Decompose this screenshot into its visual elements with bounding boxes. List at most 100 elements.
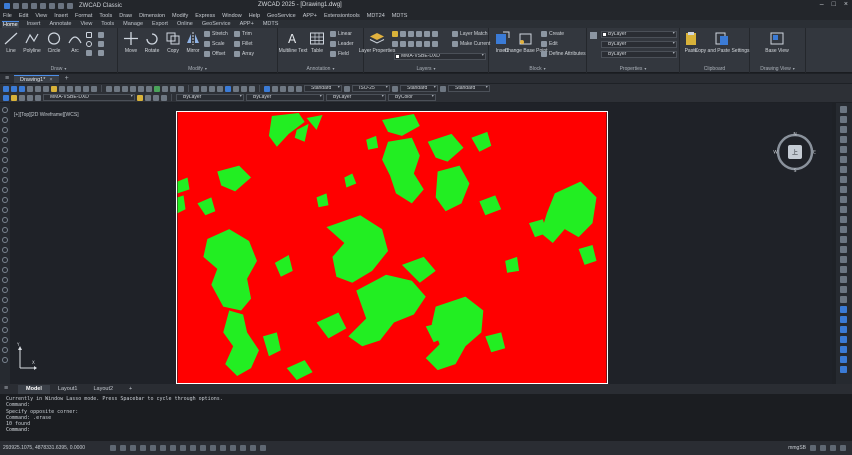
linear-dimension-button[interactable]: Linear	[330, 31, 352, 37]
ribbon-tab-annotate[interactable]: Annotate	[48, 21, 72, 27]
toolbar-combo[interactable]: Standard	[448, 85, 490, 92]
app-logo-icon[interactable]	[4, 2, 10, 9]
menu-item-draw[interactable]: Draw	[119, 13, 132, 19]
line-button[interactable]: Line	[0, 31, 22, 54]
modify-tool-icon[interactable]	[840, 246, 847, 253]
field-button[interactable]: Field	[330, 51, 349, 57]
define-attributes-button[interactable]: Define Attributes	[541, 51, 586, 57]
new-tab-button[interactable]: +	[65, 75, 69, 82]
circle-button[interactable]: Circle	[43, 31, 65, 54]
modify-tool-icon[interactable]	[840, 256, 847, 263]
new-file-icon[interactable]	[13, 2, 19, 9]
toolbar-tool-icon[interactable]	[225, 85, 231, 92]
menu-item-file[interactable]: File	[3, 13, 12, 19]
toolbar-tool-icon[interactable]	[114, 85, 120, 92]
redo-icon[interactable]	[67, 2, 73, 9]
toolbar-tool-icon[interactable]	[392, 85, 398, 92]
status-toggle-icon[interactable]	[130, 445, 136, 451]
toolbar-tool-icon[interactable]	[35, 94, 41, 101]
ellipse-tool[interactable]	[86, 41, 92, 47]
menu-item-app-[interactable]: APP+	[303, 13, 317, 19]
status-toggle-icon[interactable]	[210, 445, 216, 451]
ribbon-tab-mdts[interactable]: MDTS	[262, 21, 280, 27]
menu-item-window[interactable]: Window	[222, 13, 242, 19]
toolbar-tool-icon[interactable]	[296, 85, 302, 92]
move-button[interactable]: Move	[120, 31, 142, 54]
toolbar-tool-icon[interactable]	[83, 85, 89, 92]
point-tool[interactable]	[86, 50, 92, 56]
toolbar-combo[interactable]: ByLayer	[176, 94, 244, 101]
close-tab-icon[interactable]: ×	[49, 77, 52, 83]
ribbon-tab-home[interactable]: Home	[2, 20, 19, 28]
toolbar-tool-icon[interactable]	[249, 85, 255, 92]
toolbar-tool-icon[interactable]	[106, 85, 112, 92]
menu-item-extensiontools[interactable]: Extensiontools	[324, 13, 360, 19]
status-toggle-icon[interactable]	[190, 445, 196, 451]
layer-freeze-icon[interactable]	[400, 31, 406, 37]
draw-tool-icon[interactable]	[2, 327, 8, 333]
layout-tab-model[interactable]: Model	[18, 384, 50, 394]
fullscreen-icon[interactable]	[830, 445, 836, 451]
draw-tool-icon[interactable]	[2, 167, 8, 173]
compass-south[interactable]: S	[794, 168, 797, 174]
ribbon-tab-view[interactable]: View	[79, 21, 93, 27]
toolbar-tool-icon[interactable]	[51, 85, 57, 92]
draw-tool-icon[interactable]	[2, 247, 8, 253]
open-file-icon[interactable]	[22, 2, 28, 9]
modify-tool-icon[interactable]	[840, 166, 847, 173]
modify-tool-icon[interactable]	[840, 186, 847, 193]
status-toggle-icon[interactable]	[140, 445, 146, 451]
toolbar-combo[interactable]: ByLayer	[326, 94, 386, 101]
modify-tool-icon[interactable]	[840, 176, 847, 183]
coordinates-readout[interactable]: 293925.1075, 4878331.6395, 0.0000	[0, 445, 110, 451]
toolbar-tool-icon[interactable]	[170, 85, 176, 92]
status-toggle-icon[interactable]	[160, 445, 166, 451]
modify-tool-icon[interactable]	[840, 366, 847, 373]
trim-button[interactable]: Trim	[234, 31, 252, 37]
toolbar-tool-icon[interactable]	[161, 94, 167, 101]
draw-tool-icon[interactable]	[2, 187, 8, 193]
draw-tool-icon[interactable]	[2, 317, 8, 323]
layout-menu-icon[interactable]: ≡	[4, 384, 8, 393]
menu-item-help[interactable]: Help	[249, 13, 260, 19]
modify-tool-icon[interactable]	[840, 236, 847, 243]
status-toggle-icon[interactable]	[230, 445, 236, 451]
base-view-button[interactable]: Base View	[765, 31, 789, 54]
layout-tab-layout2[interactable]: Layout2	[85, 385, 121, 394]
layer-walk-icon[interactable]	[432, 31, 438, 37]
change-base-point-button[interactable]: Change Base Point	[504, 31, 548, 54]
annotation-scale-icon[interactable]	[810, 445, 816, 451]
toolbar-tool-icon[interactable]	[75, 85, 81, 92]
drawing-view-group-label[interactable]: Drawing View ▾	[750, 66, 805, 72]
modify-tool-icon[interactable]	[840, 136, 847, 143]
menu-item-mdt24[interactable]: MDT24	[367, 13, 385, 19]
toolbar-tool-icon[interactable]	[27, 94, 33, 101]
layer-unisolate-icon[interactable]	[400, 41, 406, 47]
draw-tool-icon[interactable]	[2, 177, 8, 183]
draw-tool-icon[interactable]	[2, 107, 8, 113]
draw-tool-icon[interactable]	[2, 357, 8, 363]
modify-tool-icon[interactable]	[840, 116, 847, 123]
command-prompt[interactable]: Command:	[6, 427, 846, 433]
menu-item-insert[interactable]: Insert	[54, 13, 68, 19]
close-icon[interactable]: ×	[844, 1, 848, 8]
customize-icon[interactable]	[840, 445, 846, 451]
stretch-button[interactable]: Stretch	[204, 31, 228, 37]
layout-tab-layout1[interactable]: Layout1	[50, 385, 86, 394]
draw-tool-icon[interactable]	[2, 347, 8, 353]
minimize-icon[interactable]: –	[820, 1, 824, 8]
leader-button[interactable]: Leader	[330, 41, 354, 47]
modify-tool-icon[interactable]	[840, 336, 847, 343]
rotate-button[interactable]: Rotate	[141, 31, 163, 54]
menu-item-view[interactable]: View	[35, 13, 47, 19]
toolbar-tool-icon[interactable]	[122, 85, 128, 92]
draw-tool-icon[interactable]	[2, 207, 8, 213]
status-toggle-icon[interactable]	[200, 445, 206, 451]
undo-icon[interactable]	[58, 2, 64, 9]
toolbar-tool-icon[interactable]	[344, 85, 350, 92]
layer-previous-icon[interactable]	[392, 41, 398, 47]
ribbon-tab-tools[interactable]: Tools	[100, 21, 115, 27]
modify-tool-icon[interactable]	[840, 146, 847, 153]
ribbon-tab-geoservice[interactable]: GeoService	[201, 21, 232, 27]
draw-tool-icon[interactable]	[2, 117, 8, 123]
